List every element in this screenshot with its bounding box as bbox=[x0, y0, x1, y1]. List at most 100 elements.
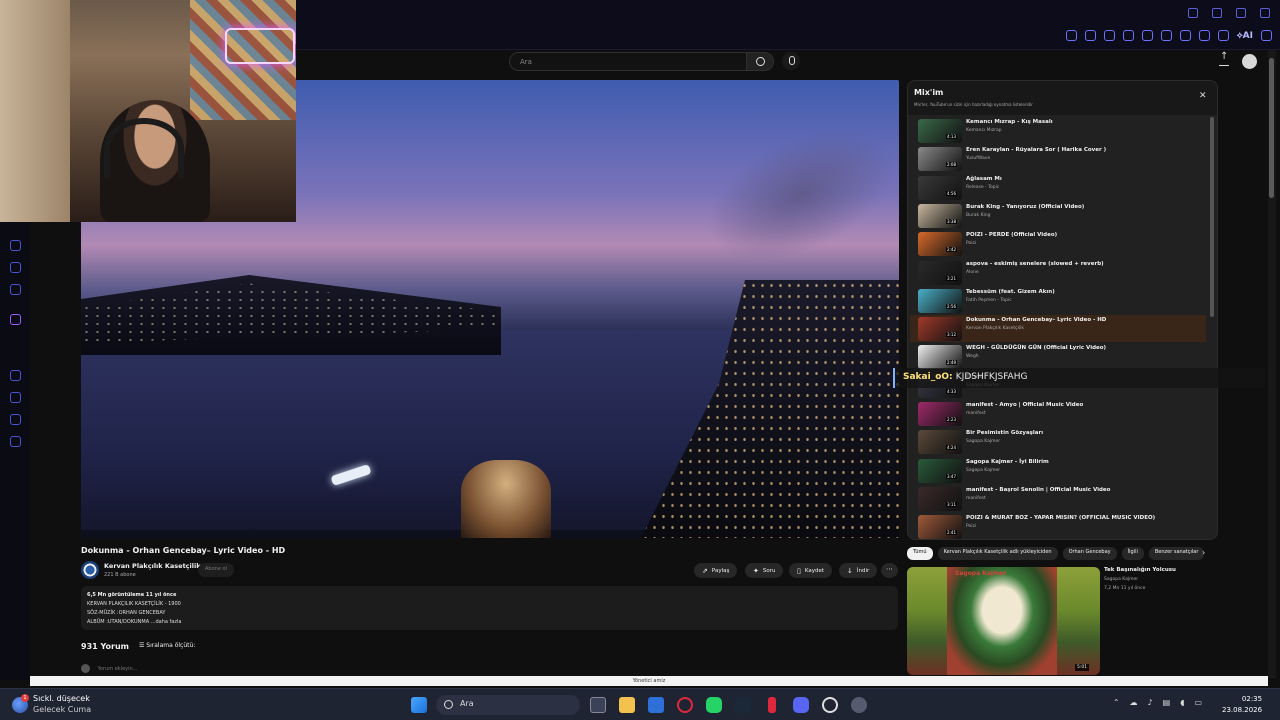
taskbar-search[interactable]: Ara bbox=[436, 695, 580, 715]
playlist-thumbnail[interactable] bbox=[918, 288, 962, 313]
playlist-thumbnail[interactable] bbox=[918, 175, 962, 200]
sidebar-clock-icon[interactable] bbox=[10, 392, 21, 403]
playlist-item[interactable]: 4:24 Bir Pesimistin Gözyaşları Sagopa Kajm… bbox=[910, 428, 1206, 455]
sidebar-mail-icon[interactable] bbox=[10, 284, 21, 295]
playlist-item[interactable]: 3:12 Dokunma - Orhan Gencebay– Lyric Vide… bbox=[910, 315, 1206, 343]
scrollbar-thumb[interactable] bbox=[1269, 58, 1274, 198]
playlist-item[interactable]: 2:08 Eren Karaylan - Rüyalara Sor ( Harik… bbox=[910, 145, 1206, 172]
playlist-thumbnail[interactable] bbox=[918, 402, 962, 426]
sidebar-messenger-icon[interactable] bbox=[10, 262, 21, 273]
whatsapp-icon[interactable] bbox=[706, 697, 722, 713]
task-view-icon[interactable] bbox=[590, 697, 606, 713]
extensions-icon[interactable] bbox=[1179, 30, 1191, 41]
filter-chip[interactable]: Kervan Plakçılık Kasetçilik adlı yükleyi… bbox=[937, 547, 1058, 560]
playlist-thumbnail[interactable] bbox=[918, 486, 962, 511]
playlist-thumbnail[interactable] bbox=[918, 260, 962, 285]
minimize-icon[interactable] bbox=[1212, 8, 1222, 18]
playlist-item[interactable]: 2:41 POIZI & MURAT BOZ - YAPAR MISIN? (OF… bbox=[910, 513, 1206, 539]
weather-text[interactable]: Sıckl. düşecek bbox=[33, 694, 90, 703]
menu-icon[interactable] bbox=[1261, 30, 1272, 41]
battery-icon[interactable]: ▭ bbox=[1194, 698, 1202, 707]
subscribe-button[interactable]: Abone ol bbox=[198, 563, 234, 577]
shield-icon[interactable] bbox=[1122, 30, 1134, 41]
chevron-right-icon[interactable]: › bbox=[1202, 548, 1205, 557]
filter-chip[interactable]: İlgili bbox=[1121, 547, 1144, 560]
sidebar-history-icon[interactable] bbox=[10, 370, 21, 381]
playlist-thumbnail[interactable] bbox=[918, 430, 962, 455]
opera-gx-icon[interactable] bbox=[677, 697, 693, 713]
search-icon[interactable] bbox=[1188, 8, 1198, 18]
playlist-scrollbar[interactable] bbox=[1210, 117, 1214, 317]
search-input[interactable]: Ara bbox=[509, 52, 747, 71]
weather-subtext[interactable]: Gelecek Cuma bbox=[33, 705, 91, 714]
playlist-item[interactable]: 3:21 aspova - eskimiş senelere (slowed + … bbox=[910, 259, 1206, 286]
bookmark-app-icon[interactable] bbox=[768, 697, 776, 713]
sidebar-home-icon[interactable] bbox=[10, 240, 21, 251]
playlist-item[interactable]: 2:56 Tebessüm (feat. Gizem Akın) Fatih Peş… bbox=[910, 287, 1206, 314]
playlist-thumbnail[interactable] bbox=[918, 147, 962, 172]
download-icon[interactable] bbox=[1217, 30, 1229, 41]
snapshot-icon[interactable] bbox=[1103, 30, 1115, 41]
playlist-thumbnail[interactable] bbox=[918, 458, 962, 483]
save-button[interactable]: ▯ Kaydet bbox=[789, 563, 833, 578]
playlist-item[interactable]: 3:11 manifest - Başrol Senolin | Official… bbox=[910, 485, 1206, 512]
sidebar-twitch-icon[interactable] bbox=[10, 314, 21, 325]
close-icon[interactable] bbox=[1260, 8, 1270, 18]
search-button[interactable] bbox=[746, 52, 774, 71]
chevron-up-icon[interactable]: ⌃ bbox=[1113, 698, 1120, 707]
file-explorer-icon[interactable] bbox=[619, 697, 635, 713]
playlist-item[interactable]: 3:47 Sagopa Kajmer - İyi Bilirim Sagopa Ka… bbox=[910, 457, 1206, 484]
sidebar-settings-icon[interactable] bbox=[10, 436, 21, 447]
playlist-thumbnail[interactable] bbox=[918, 119, 962, 143]
channel-name[interactable]: Kervan Plakçılık Kasetçilik bbox=[104, 562, 201, 570]
sidebar-bookmarks-icon[interactable] bbox=[10, 414, 21, 425]
more-actions-button[interactable]: ⋯ bbox=[881, 563, 898, 578]
maximize-icon[interactable] bbox=[1236, 8, 1246, 18]
zoom-icon[interactable] bbox=[1065, 30, 1077, 41]
playlist-item[interactable]: 3:38 Burak King - Yanıyoruz (Official Vid… bbox=[910, 202, 1206, 229]
heart-icon[interactable] bbox=[1160, 30, 1172, 41]
comment-input[interactable]: Yorum ekleyin... bbox=[81, 664, 137, 673]
filter-chip[interactable]: Tümü bbox=[907, 547, 933, 560]
profile-icon[interactable] bbox=[1198, 30, 1210, 41]
pin-icon[interactable] bbox=[1084, 30, 1096, 41]
recommended-thumbnail[interactable]: Sagopa Kajmer 5:01 bbox=[907, 567, 1100, 675]
channel-avatar[interactable] bbox=[81, 561, 99, 579]
onedrive-icon[interactable]: ☁ bbox=[1130, 698, 1138, 707]
recommended-channel[interactable]: Sagopa Kajmer bbox=[1104, 577, 1138, 582]
share-button[interactable]: ⇗ Paylaş bbox=[694, 563, 738, 578]
playlist-item[interactable]: 2:23 manifest - Amyo | Official Music Vid… bbox=[910, 400, 1206, 427]
close-icon[interactable]: ✕ bbox=[1199, 91, 1207, 101]
playlist-thumbnail[interactable] bbox=[918, 515, 962, 539]
play-icon[interactable] bbox=[1141, 30, 1153, 41]
speaker-icon[interactable]: ◖ bbox=[1180, 698, 1184, 707]
playlist-item[interactable]: 2:42 POIZI - PERDE (Official Video) Poizi bbox=[910, 230, 1206, 257]
recommended-title[interactable]: Tek Başınalığın Yolcusu bbox=[1104, 567, 1176, 573]
store-icon[interactable] bbox=[648, 697, 664, 713]
ai-icon[interactable]: ⟡AI bbox=[1237, 31, 1253, 41]
sort-comments-button[interactable]: ☰ Sıralama ölçütü: bbox=[139, 642, 195, 649]
playlist-thumbnail[interactable] bbox=[918, 317, 962, 342]
microphone-icon[interactable]: ♪ bbox=[1148, 698, 1153, 707]
upload-icon[interactable] bbox=[1219, 51, 1229, 66]
filter-chip[interactable]: Orhan Gencebay bbox=[1062, 547, 1117, 560]
obs-icon[interactable] bbox=[822, 697, 838, 713]
steam-icon[interactable] bbox=[735, 697, 751, 713]
voice-search-button[interactable] bbox=[782, 52, 800, 70]
playlist-item[interactable]: 4:13 Kemancı Mızrap - Kış Masalı Kemancı M… bbox=[910, 117, 1206, 144]
settings-gear-icon[interactable] bbox=[851, 697, 867, 713]
playlist-thumbnail[interactable] bbox=[918, 345, 962, 370]
download-button[interactable]: ↓ İndir bbox=[839, 563, 878, 578]
page-scrollbar[interactable] bbox=[1268, 50, 1276, 678]
windows-start-icon[interactable] bbox=[411, 697, 427, 713]
discord-icon[interactable] bbox=[793, 697, 809, 713]
playlist-item[interactable]: 2:49 WEGH - GÜLDÜĞÜN GÜN (Official Lyric … bbox=[910, 343, 1206, 370]
playlist-thumbnail[interactable] bbox=[918, 203, 962, 228]
description-box[interactable]: 6,5 Mn görüntüleme 11 yıl önce KERVAN PL… bbox=[81, 586, 898, 630]
playlist-thumbnail[interactable] bbox=[918, 232, 962, 257]
network-icon[interactable]: ▤ bbox=[1163, 698, 1171, 707]
filter-chip[interactable]: Benzer sanatçılar bbox=[1148, 547, 1205, 560]
clock[interactable]: 02:35 23.08.2026 bbox=[1222, 694, 1262, 716]
account-avatar[interactable] bbox=[1242, 54, 1257, 69]
ask-button[interactable]: ✦ Soru bbox=[745, 563, 784, 578]
